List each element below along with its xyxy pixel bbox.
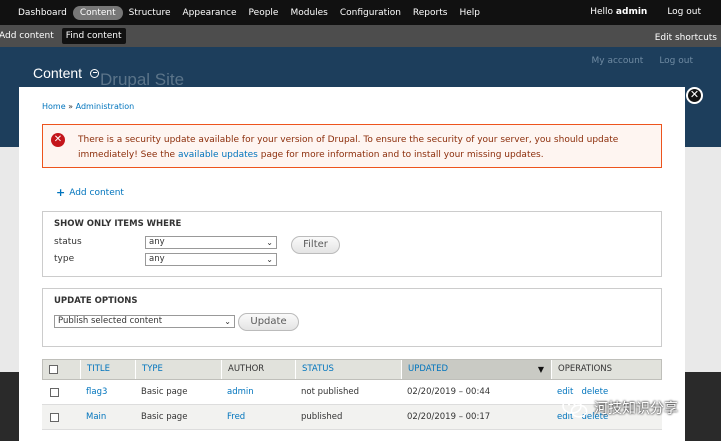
select-all-cell bbox=[43, 360, 81, 379]
alert-message: There is a security update available for… bbox=[78, 133, 651, 163]
type-select[interactable]: any ⌄ bbox=[145, 253, 277, 266]
shortcuts-bar: Add content Find content Edit shortcuts bbox=[0, 25, 721, 47]
admin-toolbar: Dashboard Content Structure Appearance P… bbox=[0, 0, 721, 25]
select-all-checkbox[interactable] bbox=[49, 365, 58, 374]
chevron-down-icon: ⌄ bbox=[266, 255, 273, 264]
toolbar-user: Hello admin Log out bbox=[590, 7, 701, 17]
plus-icon: + bbox=[56, 186, 66, 199]
header-updated[interactable]: UPDATED ▼ bbox=[402, 360, 552, 379]
row-checkbox[interactable] bbox=[50, 388, 59, 397]
site-logout-link: Log out bbox=[659, 56, 693, 66]
add-content-link[interactable]: + Add content bbox=[56, 186, 124, 199]
row-updated: 02/20/2019 – 00:44 bbox=[407, 387, 491, 397]
table-header: TITLE TYPE AUTHOR STATUS UPDATED ▼ OPERA… bbox=[42, 359, 662, 380]
edit-link[interactable]: edit bbox=[557, 387, 573, 397]
status-label: status bbox=[54, 237, 82, 247]
header-title[interactable]: TITLE bbox=[81, 360, 136, 379]
watermark: 河技知识分享 bbox=[562, 397, 678, 419]
site-user-links: My account Log out bbox=[592, 56, 694, 66]
chevron-down-icon: ⌄ bbox=[266, 238, 273, 247]
toolbar-item-help[interactable]: Help bbox=[453, 8, 486, 18]
username: admin bbox=[615, 7, 648, 17]
type-label: type bbox=[54, 254, 75, 264]
breadcrumb-home[interactable]: Home bbox=[42, 102, 66, 111]
toolbar-item-modules[interactable]: Modules bbox=[284, 8, 333, 18]
content-overlay: Home » Administration ✕ There is a secur… bbox=[19, 87, 685, 441]
header-status[interactable]: STATUS bbox=[296, 360, 402, 379]
sort-descending-icon: ▼ bbox=[537, 365, 544, 374]
row-title-link[interactable]: flag3 bbox=[80, 380, 107, 405]
collapse-toggle-icon[interactable] bbox=[90, 68, 100, 78]
available-updates-link[interactable]: available updates bbox=[178, 150, 258, 160]
update-options-legend: UPDATE OPTIONS bbox=[54, 296, 138, 306]
row-author-link[interactable]: admin bbox=[221, 380, 254, 405]
header-type[interactable]: TYPE bbox=[136, 360, 222, 379]
toolbar-item-configuration[interactable]: Configuration bbox=[334, 8, 407, 18]
filter-legend: SHOW ONLY ITEMS WHERE bbox=[54, 219, 182, 229]
watermark-text: 河技知识分享 bbox=[594, 401, 678, 417]
wechat-logo-icon bbox=[562, 397, 588, 419]
toolbar-item-reports[interactable]: Reports bbox=[407, 8, 454, 18]
update-options-fieldset: UPDATE OPTIONS Publish selected content … bbox=[42, 288, 662, 347]
toolbar-item-content[interactable]: Content bbox=[72, 5, 123, 20]
row-title-link[interactable]: Main bbox=[80, 405, 106, 430]
security-update-alert: ✕ There is a security update available f… bbox=[42, 124, 662, 168]
shortcut-find-content[interactable]: Find content bbox=[61, 28, 126, 44]
overlay-title: Content bbox=[33, 65, 100, 81]
row-author-link[interactable]: Fred bbox=[221, 405, 245, 430]
toolbar-item-dashboard[interactable]: Dashboard bbox=[12, 8, 73, 18]
update-action-value: Publish selected content bbox=[58, 316, 163, 326]
toolbar-item-people[interactable]: People bbox=[243, 8, 285, 18]
add-content-label: Add content bbox=[69, 187, 124, 198]
status-select-value: any bbox=[149, 237, 165, 247]
header-author: AUTHOR bbox=[222, 360, 296, 379]
toolbar-item-structure[interactable]: Structure bbox=[123, 8, 177, 18]
header-updated-label: UPDATED bbox=[408, 364, 449, 374]
chevron-down-icon: ⌄ bbox=[224, 317, 231, 326]
filter-button[interactable]: Filter bbox=[291, 236, 340, 254]
row-type: Basic page bbox=[141, 387, 188, 397]
header-operations: OPERATIONS bbox=[558, 364, 613, 374]
alert-text-after: page for more information and to install… bbox=[260, 150, 544, 160]
my-account-link: My account bbox=[591, 56, 644, 66]
edit-shortcuts-link[interactable]: Edit shortcuts bbox=[651, 30, 721, 46]
type-select-value: any bbox=[149, 254, 165, 264]
status-select[interactable]: any ⌄ bbox=[145, 236, 277, 249]
row-type: Basic page bbox=[141, 412, 188, 422]
page-title: Content bbox=[33, 65, 83, 81]
toolbar-logout-link[interactable]: Log out bbox=[667, 7, 701, 17]
breadcrumb-administration[interactable]: Administration bbox=[76, 102, 135, 111]
update-action-select[interactable]: Publish selected content ⌄ bbox=[54, 315, 235, 328]
toolbar-item-appearance[interactable]: Appearance bbox=[177, 8, 243, 18]
delete-link[interactable]: delete bbox=[581, 387, 608, 397]
shortcut-add-content[interactable]: Add content bbox=[0, 28, 58, 44]
row-status: not published bbox=[301, 387, 359, 397]
update-button[interactable]: Update bbox=[238, 313, 299, 331]
error-icon: ✕ bbox=[51, 133, 65, 147]
toolbar-menu: Dashboard Content Structure Appearance P… bbox=[0, 5, 486, 20]
breadcrumb: Home » Administration bbox=[42, 102, 134, 111]
row-status: published bbox=[301, 412, 343, 422]
row-checkbox[interactable] bbox=[50, 413, 59, 422]
user-greeting[interactable]: Hello admin bbox=[590, 7, 647, 17]
breadcrumb-separator: » bbox=[68, 102, 74, 111]
row-updated: 02/20/2019 – 00:17 bbox=[407, 412, 491, 422]
greeting-text: Hello bbox=[590, 7, 614, 17]
filter-fieldset: SHOW ONLY ITEMS WHERE status any ⌄ type … bbox=[42, 211, 662, 277]
close-overlay-icon[interactable]: ✕ bbox=[686, 87, 703, 104]
